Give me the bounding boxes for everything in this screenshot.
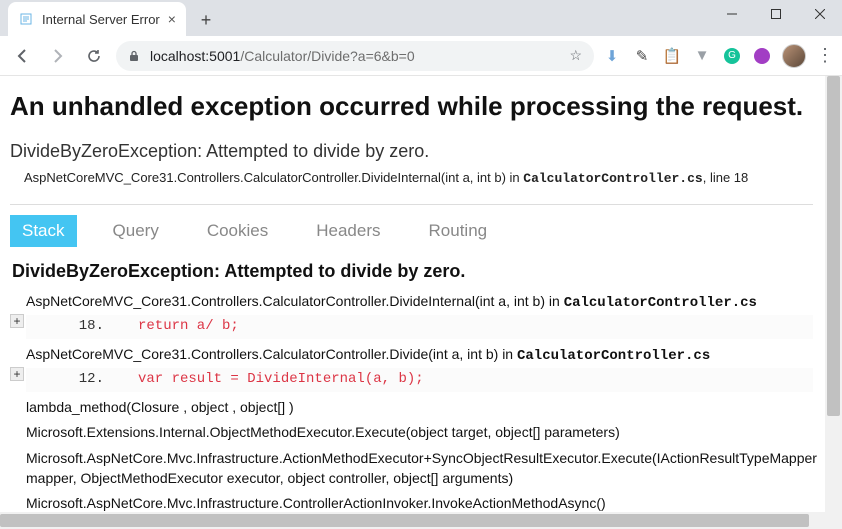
stack-section-title: DivideByZeroException: Attempted to divi… [12, 261, 813, 282]
vue-icon[interactable]: ▼ [692, 46, 712, 66]
scrollbar-corner [825, 512, 842, 529]
divider [10, 204, 813, 205]
page-content: An unhandled exception occurred while pr… [0, 76, 825, 512]
stack-frame: +Microsoft.AspNetCore.Mvc.Infrastructure… [10, 494, 813, 512]
download-icon[interactable]: ⬇ [602, 46, 622, 66]
stack-frame: +Microsoft.AspNetCore.Mvc.Infrastructure… [10, 449, 813, 488]
exception-summary: DivideByZeroException: Attempted to divi… [10, 141, 813, 162]
tab-cookies[interactable]: Cookies [195, 215, 280, 247]
expand-frame-button[interactable]: + [10, 367, 24, 381]
extension-icons: ⬇ ✎ 📋 ▼ G ⋮ [602, 44, 834, 68]
frame-signature[interactable]: Microsoft.AspNetCore.Mvc.Infrastructure.… [26, 449, 813, 488]
page-favicon [18, 11, 34, 27]
grammarly-icon[interactable]: G [722, 46, 742, 66]
profile-avatar[interactable] [782, 44, 806, 68]
forward-button[interactable] [44, 42, 72, 70]
new-tab-button[interactable]: + [192, 6, 220, 34]
browser-tabstrip: Internal Server Error × + [0, 0, 842, 36]
frame-code-line: 18.return a/ b; [26, 315, 813, 339]
back-button[interactable] [8, 42, 36, 70]
stack-frame: +Microsoft.Extensions.Internal.ObjectMet… [10, 423, 813, 443]
browser-toolbar: localhost:5001/Calculator/Divide?a=6&b=0… [0, 36, 842, 76]
window-maximize-button[interactable] [754, 0, 798, 28]
browser-tab[interactable]: Internal Server Error × [8, 2, 186, 36]
lock-icon [128, 49, 142, 63]
browser-tab-title: Internal Server Error [42, 12, 160, 27]
reload-button[interactable] [80, 42, 108, 70]
stack-frame: +AspNetCoreMVC_Core31.Controllers.Calcul… [10, 345, 813, 392]
frame-signature[interactable]: Microsoft.Extensions.Internal.ObjectMeth… [26, 423, 813, 443]
error-tabs: Stack Query Cookies Headers Routing [10, 215, 813, 247]
stack-frame: +lambda_method(Closure , object , object… [10, 398, 813, 418]
chrome-menu-button[interactable]: ⋮ [816, 45, 834, 66]
tab-close-icon[interactable]: × [168, 11, 176, 27]
tab-stack[interactable]: Stack [10, 215, 77, 247]
address-bar[interactable]: localhost:5001/Calculator/Divide?a=6&b=0… [116, 41, 594, 71]
vertical-scrollbar[interactable] [825, 76, 842, 512]
url-text: localhost:5001/Calculator/Divide?a=6&b=0 [150, 48, 561, 64]
horizontal-scrollbar[interactable] [0, 512, 825, 529]
frame-signature[interactable]: Microsoft.AspNetCore.Mvc.Infrastructure.… [26, 494, 813, 512]
window-minimize-button[interactable] [710, 0, 754, 28]
window-close-button[interactable] [798, 0, 842, 28]
bookmark-star-icon[interactable]: ☆ [569, 47, 582, 64]
frame-signature[interactable]: AspNetCoreMVC_Core31.Controllers.Calcula… [26, 345, 813, 367]
expand-frame-button[interactable]: + [10, 314, 24, 328]
frame-signature[interactable]: lambda_method(Closure , object , object[… [26, 398, 813, 418]
frame-code-line: 12.var result = DivideInternal(a, b); [26, 368, 813, 392]
tab-routing[interactable]: Routing [417, 215, 500, 247]
extension-purple-icon[interactable] [752, 46, 772, 66]
tab-headers[interactable]: Headers [304, 215, 392, 247]
stack-frames: +AspNetCoreMVC_Core31.Controllers.Calcul… [10, 292, 813, 513]
tab-query[interactable]: Query [101, 215, 171, 247]
frame-signature[interactable]: AspNetCoreMVC_Core31.Controllers.Calcula… [26, 292, 813, 314]
eyedropper-icon[interactable]: ✎ [632, 46, 652, 66]
stack-frame: +AspNetCoreMVC_Core31.Controllers.Calcul… [10, 292, 813, 339]
page-title: An unhandled exception occurred while pr… [10, 90, 813, 123]
exception-source: AspNetCoreMVC_Core31.Controllers.Calcula… [24, 170, 813, 186]
clipboard-icon[interactable]: 📋 [662, 46, 682, 66]
